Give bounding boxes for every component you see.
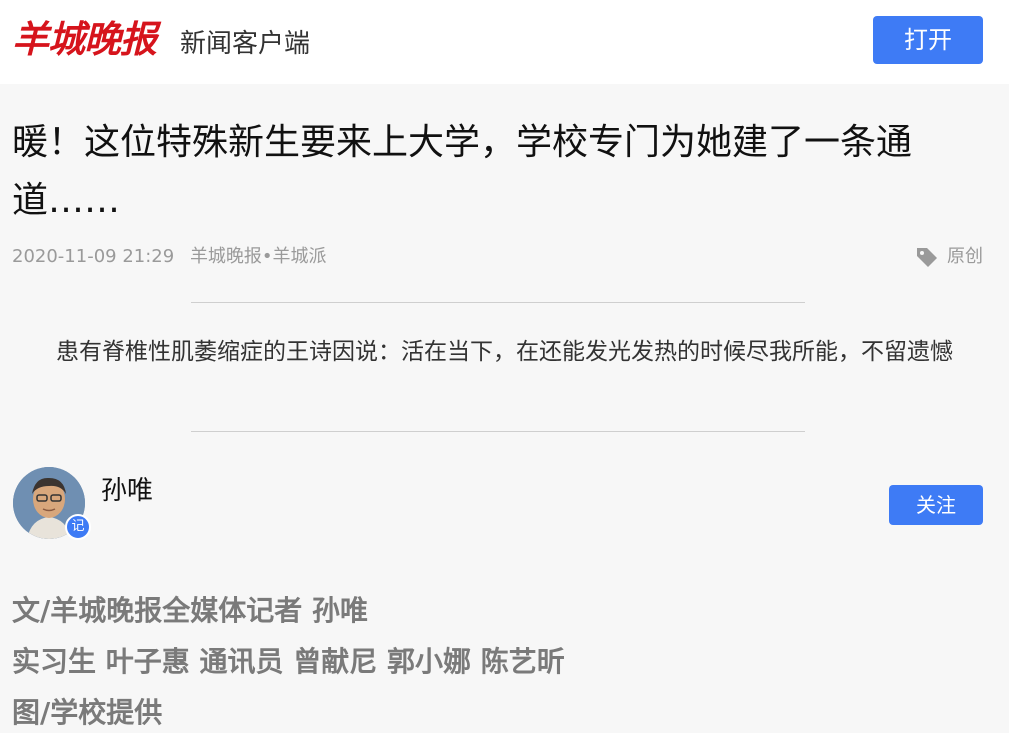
article-summary: 患有脊椎性肌萎缩症的王诗因说：活在当下，在还能发光发热的时候尽我所能，不留遗憾 bbox=[56, 339, 953, 365]
original-label: 原创 bbox=[947, 246, 983, 267]
summary-divider-bottom bbox=[191, 431, 805, 432]
follow-button[interactable]: 关注 bbox=[889, 485, 983, 525]
reporter-badge: 记 bbox=[65, 514, 91, 540]
article-title: 暖！这位特殊新生要来上大学，学校专门为她建了一条通道…… bbox=[12, 122, 913, 221]
original-tag: 原创 bbox=[915, 243, 983, 271]
article-source[interactable]: 羊城晚报•羊城派 bbox=[190, 246, 327, 267]
app-subtitle: 新闻客户端 bbox=[180, 29, 311, 59]
author-name[interactable]: 孙唯 bbox=[101, 474, 153, 508]
article-credits: 文/羊城晚报全媒体记者 孙唯 实习生 叶子惠 通讯员 曾献尼 郭小娜 陈艺昕 图… bbox=[12, 585, 565, 733]
summary-divider-top bbox=[191, 302, 805, 303]
credit-line: 图/学校提供 bbox=[12, 696, 163, 729]
article-meta: 2020-11-09 21:29 羊城晚报•羊城派 bbox=[12, 243, 337, 271]
open-app-button[interactable]: 打开 bbox=[873, 16, 983, 64]
credit-line: 实习生 叶子惠 通讯员 曾献尼 郭小娜 陈艺昕 bbox=[12, 645, 565, 678]
credit-line: 文/羊城晚报全媒体记者 孙唯 bbox=[12, 594, 368, 627]
publish-date: 2020-11-09 21:29 bbox=[12, 246, 175, 267]
logo[interactable]: 羊城晚报 bbox=[12, 14, 157, 64]
app-header: 羊城晚报 新闻客户端 打开 bbox=[0, 0, 1009, 84]
tag-icon bbox=[917, 248, 937, 267]
